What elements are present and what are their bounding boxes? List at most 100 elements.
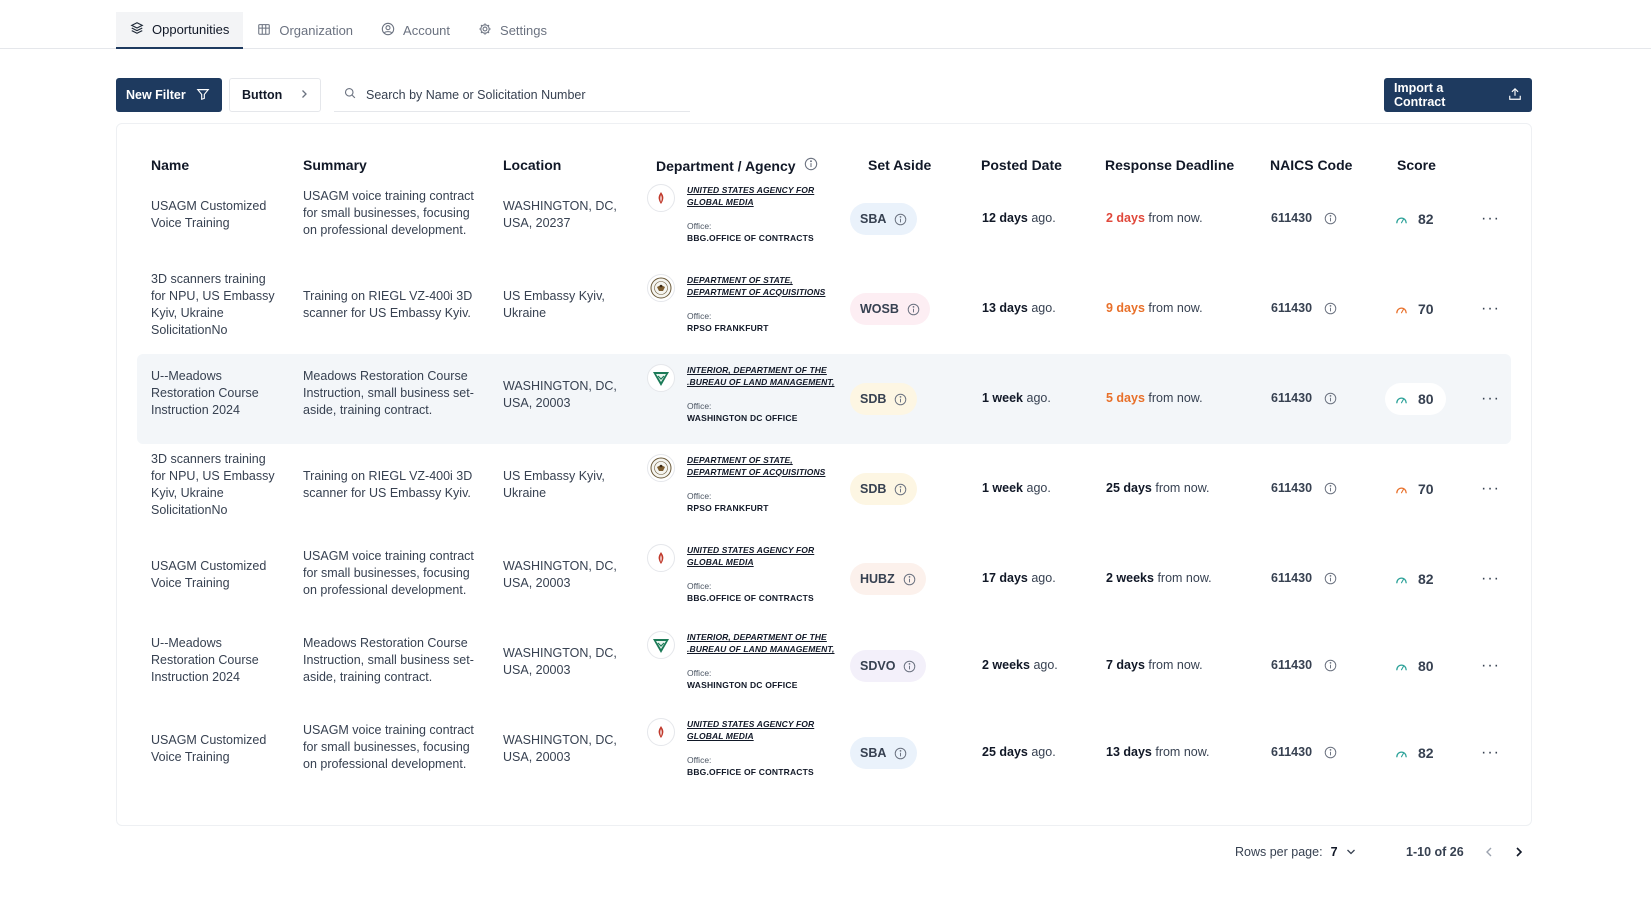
tab-bar: Opportunities Organization Account Setti…	[116, 12, 561, 49]
set-aside-badge[interactable]: SDVO	[850, 650, 927, 682]
agency-link[interactable]: UNITED STATES AGENCY FOR GLOBAL MEDIA	[687, 718, 847, 742]
response-deadline: 5 days from now.	[1106, 390, 1203, 407]
department-cell: UNITED STATES AGENCY FOR GLOBAL MEDIA Off…	[647, 716, 837, 794]
office-name: WASHINGTON DC OFFICE	[687, 413, 798, 423]
info-icon[interactable]	[907, 303, 920, 316]
set-aside-badge[interactable]: SDB	[850, 473, 918, 505]
table-row[interactable]: 3D scanners training for NPU, US Embassy…	[137, 264, 1511, 354]
opportunity-name[interactable]: 3D scanners training for NPU, US Embassy…	[151, 271, 281, 339]
header-name[interactable]: Name	[151, 157, 189, 173]
header-location[interactable]: Location	[503, 157, 561, 173]
more-options-icon[interactable]: ···	[1481, 390, 1500, 408]
score-gauge-icon	[1395, 394, 1408, 405]
info-icon[interactable]	[1324, 212, 1337, 225]
score-gauge-icon	[1395, 214, 1408, 225]
filter-icon	[196, 87, 210, 104]
posted-suffix: ago.	[1027, 745, 1056, 759]
set-aside-badge[interactable]: SBA	[850, 203, 918, 235]
table-row[interactable]: USAGM Customized Voice Training USAGM voi…	[137, 534, 1511, 624]
posted-suffix: ago.	[1027, 211, 1056, 225]
header-naics-code[interactable]: NAICS Code	[1270, 157, 1352, 173]
score-indicator: 82	[1385, 203, 1446, 235]
posted-date: 25 days ago.	[982, 744, 1056, 761]
set-aside-badge[interactable]: HUBZ	[850, 563, 926, 595]
info-icon[interactable]	[1324, 482, 1337, 495]
header-summary[interactable]: Summary	[303, 157, 367, 173]
opportunity-name[interactable]: U--Meadows Restoration Course Instructio…	[151, 635, 281, 686]
header-set-aside[interactable]: Set Aside	[868, 157, 931, 173]
agency-link[interactable]: DEPARTMENT OF STATE, DEPARTMENT OF ACQUI…	[687, 274, 847, 298]
header-posted-date[interactable]: Posted Date	[981, 157, 1062, 173]
tab-organization[interactable]: Organization	[243, 12, 367, 49]
opportunity-name[interactable]: U--Meadows Restoration Course Instructio…	[151, 368, 281, 419]
more-options-icon[interactable]: ···	[1481, 480, 1500, 498]
rows-per-page[interactable]: Rows per page: 7	[1235, 845, 1356, 859]
info-icon[interactable]	[804, 157, 818, 174]
posted-suffix: ago.	[1023, 391, 1051, 405]
more-options-icon[interactable]: ···	[1481, 210, 1500, 228]
more-options-icon[interactable]: ···	[1481, 744, 1500, 762]
opportunity-name[interactable]: USAGM Customized Voice Training	[151, 198, 281, 232]
new-filter-button[interactable]: New Filter	[116, 78, 222, 112]
opportunity-location: WASHINGTON, DC, USA, 20237	[503, 199, 617, 230]
info-icon[interactable]	[1324, 302, 1337, 315]
opportunity-name[interactable]: 3D scanners training for NPU, US Embassy…	[151, 451, 281, 519]
info-icon[interactable]	[894, 213, 907, 226]
agency-link[interactable]: INTERIOR, DEPARTMENT OF THE .BUREAU OF L…	[687, 631, 847, 655]
more-options-icon[interactable]: ···	[1481, 657, 1500, 675]
deadline-value: 9 days	[1106, 301, 1145, 315]
more-options-icon[interactable]: ···	[1481, 300, 1500, 318]
chevron-left-icon[interactable]	[1484, 846, 1494, 858]
office-name: RPSO FRANKFURT	[687, 503, 769, 513]
agency-link[interactable]: UNITED STATES AGENCY FOR GLOBAL MEDIA	[687, 544, 847, 568]
info-icon[interactable]	[903, 573, 916, 586]
search-bar	[334, 78, 690, 112]
opportunity-name[interactable]: USAGM Customized Voice Training	[151, 732, 281, 766]
set-aside-badge[interactable]: SBA	[850, 737, 918, 769]
table-row[interactable]: 3D scanners training for NPU, US Embassy…	[137, 444, 1511, 534]
header-department[interactable]: Department / Agency	[656, 157, 818, 174]
info-icon[interactable]	[894, 393, 907, 406]
opportunity-summary: Training on RIEGL VZ-400i 3D scanner for…	[303, 289, 473, 320]
header-score[interactable]: Score	[1397, 157, 1436, 173]
info-icon[interactable]	[1324, 659, 1337, 672]
agency-link[interactable]: DEPARTMENT OF STATE, DEPARTMENT OF ACQUI…	[687, 454, 847, 478]
agency-link[interactable]: INTERIOR, DEPARTMENT OF THE .BUREAU OF L…	[687, 364, 847, 388]
header-department-label: Department / Agency	[656, 157, 796, 174]
tab-opportunities[interactable]: Opportunities	[116, 12, 244, 49]
info-icon[interactable]	[894, 483, 907, 496]
top-navigation: Opportunities Organization Account Setti…	[0, 0, 1651, 49]
info-icon[interactable]	[894, 747, 907, 760]
tab-account[interactable]: Account	[367, 12, 464, 49]
posted-suffix: ago.	[1023, 481, 1051, 495]
table-row[interactable]: USAGM Customized Voice Training USAGM voi…	[137, 708, 1511, 798]
chevron-right-icon[interactable]	[1514, 846, 1524, 858]
table-row[interactable]: U--Meadows Restoration Course Instructio…	[137, 354, 1511, 444]
building-icon	[257, 22, 271, 39]
header-response-deadline[interactable]: Response Deadline	[1105, 157, 1234, 173]
score-value: 82	[1418, 745, 1434, 761]
table-row[interactable]: USAGM Customized Voice Training USAGM voi…	[137, 174, 1511, 264]
info-icon[interactable]	[1324, 392, 1337, 405]
posted-value: 1 week	[982, 481, 1024, 495]
posted-date: 1 week ago.	[982, 480, 1051, 497]
posted-value: 12 days	[982, 211, 1028, 225]
info-icon[interactable]	[903, 660, 916, 673]
search-input[interactable]	[366, 87, 666, 102]
table-row[interactable]: U--Meadows Restoration Course Instructio…	[137, 621, 1511, 711]
set-aside-badge[interactable]: WOSB	[850, 293, 930, 325]
deadline-suffix: from now.	[1144, 211, 1203, 225]
opportunity-location: WASHINGTON, DC, USA, 20003	[503, 733, 617, 764]
generic-button[interactable]: Button	[229, 78, 322, 112]
info-icon[interactable]	[1324, 746, 1337, 759]
deadline-suffix: from now.	[1151, 745, 1210, 759]
set-aside-badge[interactable]: SDB	[850, 383, 918, 415]
info-icon[interactable]	[1324, 572, 1337, 585]
response-deadline: 13 days from now.	[1106, 744, 1210, 761]
tab-settings[interactable]: Settings	[464, 12, 561, 49]
more-options-icon[interactable]: ···	[1481, 570, 1500, 588]
import-contract-button[interactable]: Import a Contract	[1384, 78, 1532, 112]
opportunity-name[interactable]: USAGM Customized Voice Training	[151, 558, 281, 592]
usagm-logo-icon	[647, 544, 675, 572]
agency-link[interactable]: UNITED STATES AGENCY FOR GLOBAL MEDIA	[687, 184, 847, 208]
